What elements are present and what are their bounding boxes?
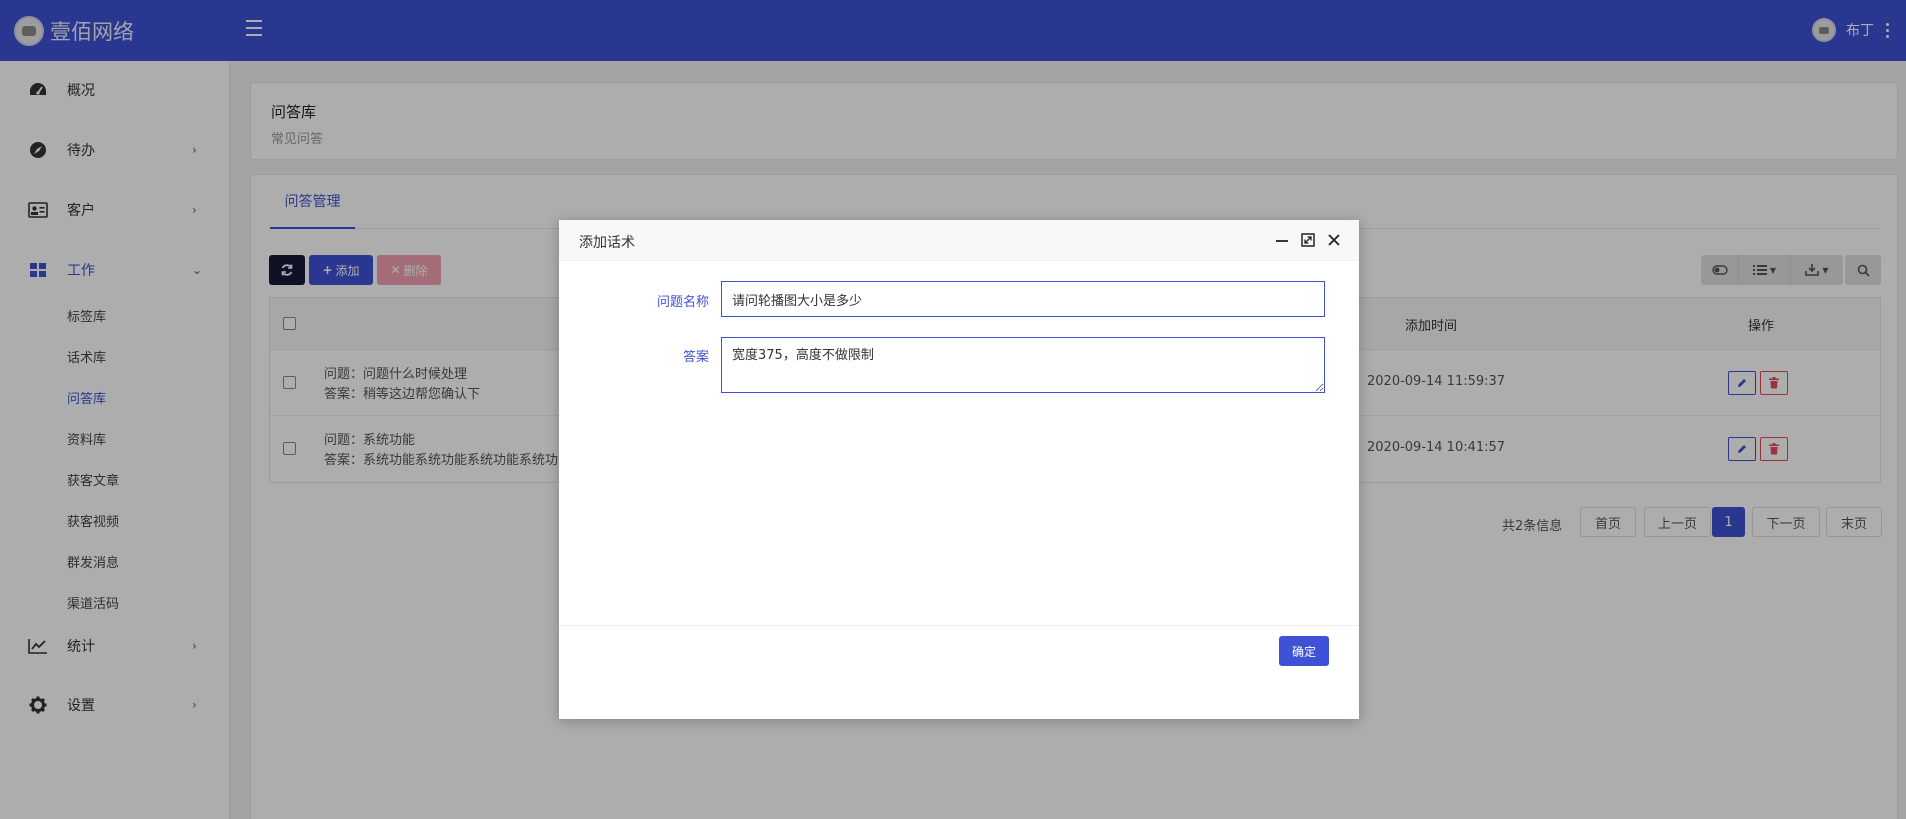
answer-textarea[interactable]: 宽度375，高度不做限制: [721, 337, 1325, 393]
question-name-label: 问题名称: [656, 295, 709, 310]
confirm-button[interactable]: 确定: [1279, 636, 1329, 666]
dialog-header: 添加话术: [559, 220, 1359, 261]
minimize-icon[interactable]: [1273, 231, 1291, 249]
question-name-input[interactable]: [721, 281, 1325, 317]
maximize-icon[interactable]: [1299, 231, 1317, 249]
answer-label: 答案: [682, 350, 709, 365]
dialog-footer: 确定: [559, 625, 1359, 719]
dialog-title: 添加话术: [579, 235, 635, 251]
add-script-dialog: 添加话术 问题名称 答案 宽度375，高度不做限制 确定: [559, 220, 1359, 719]
close-icon[interactable]: [1325, 231, 1343, 249]
